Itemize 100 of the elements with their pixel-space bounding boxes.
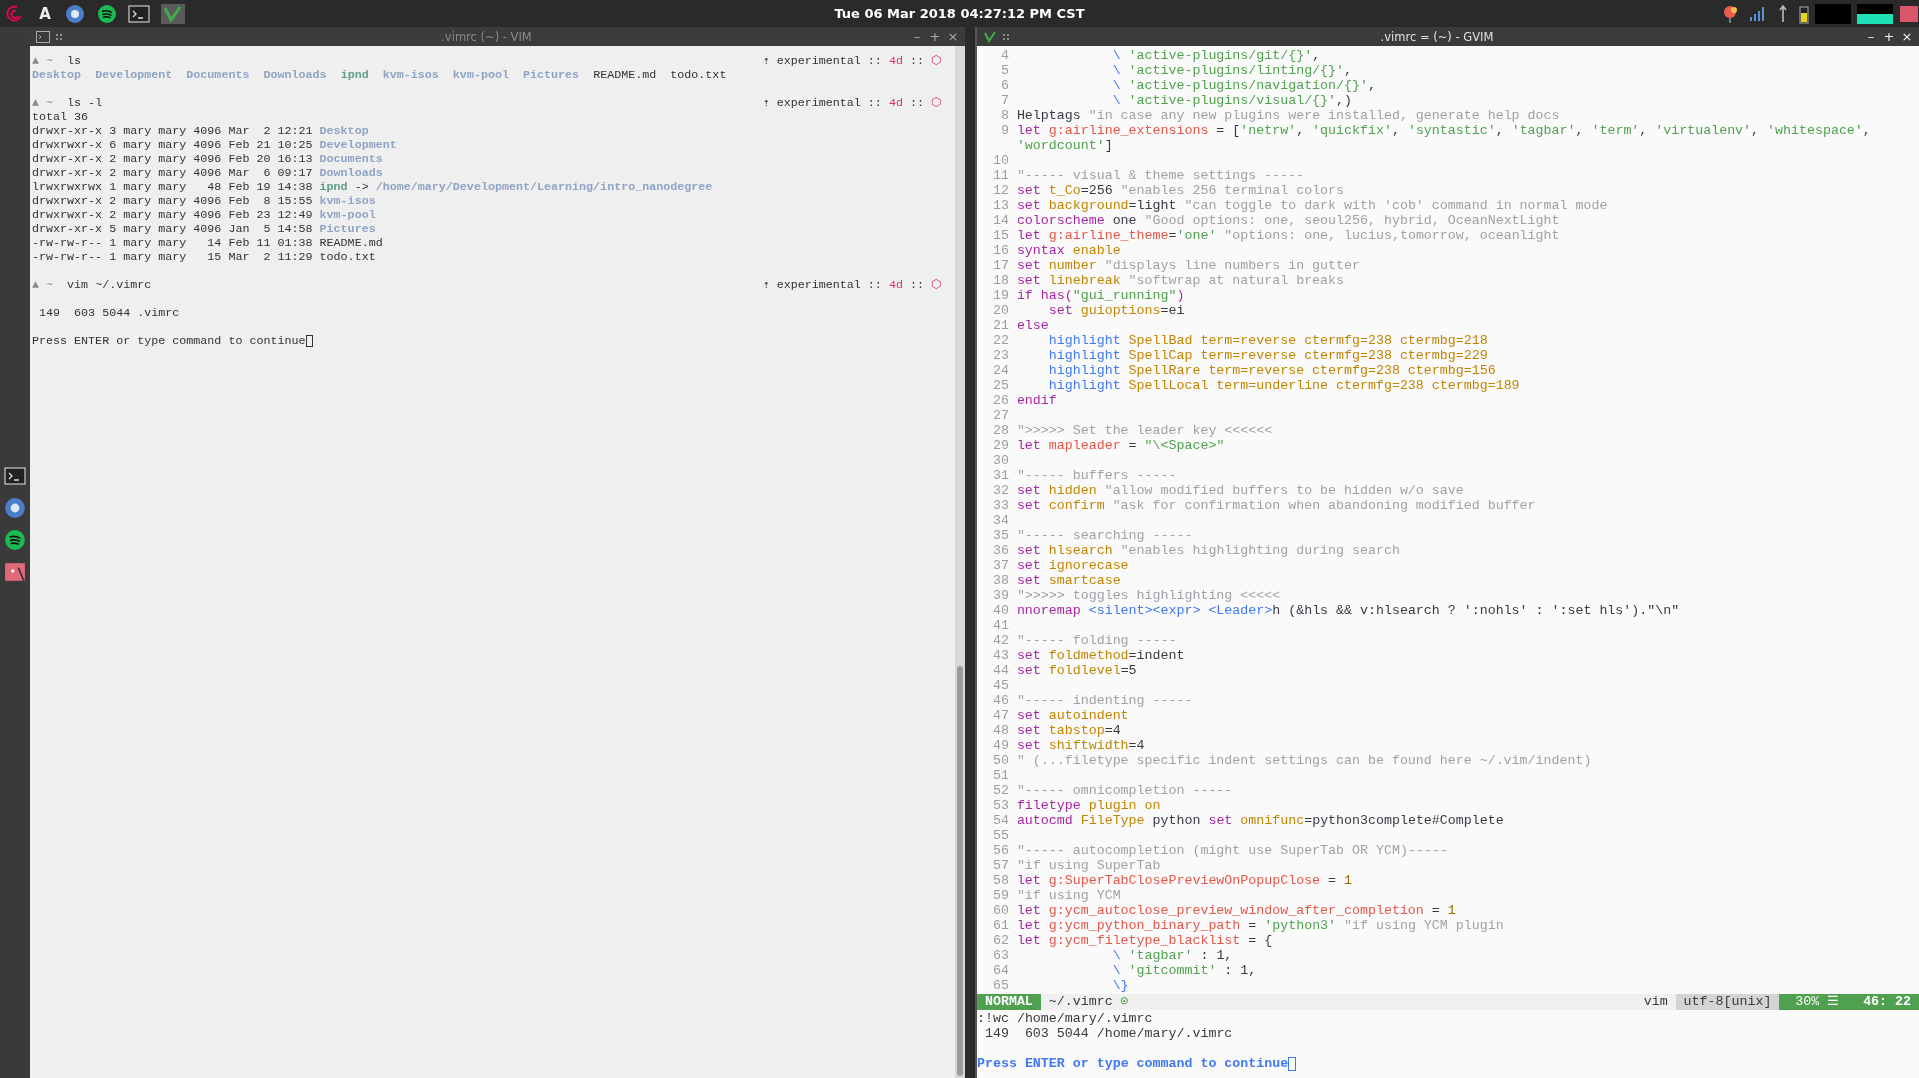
terminal-icon[interactable] [4,465,26,487]
code-line: set autoindent [1016,708,1129,723]
music-icon[interactable] [96,3,118,24]
code-line: ">>>>> toggles highlighting <<<<< [1016,588,1281,603]
code-line: ">>>>> Set the leader key <<<<<< [1016,423,1273,438]
line-number: 33 [991,498,1010,513]
line-number: 59 [991,888,1010,903]
terminal-line: total 36 [32,110,89,124]
terminal-line: Desktop Development Documents Downloads ipnd kvm-isos kvm-pool Pictures README.md todo.txt [32,68,727,82]
line-number: 5 [999,63,1010,78]
line-number: 12 [991,183,1010,198]
code-line: let g:SuperTabClosePreviewOnPopupClose = 1 [1016,873,1353,888]
code-line: \ 'active-plugins/visual/{}',) [1111,93,1353,108]
code-line: filetype plugin on [1016,798,1161,813]
browser-icon[interactable] [64,3,86,24]
grip-icon[interactable] [1003,32,1009,41]
line-number: 26 [991,393,1010,408]
code-line: let g:ycm_filetype_blacklist = { [1016,933,1273,948]
scrollbar-thumb[interactable] [957,666,963,1076]
music-icon[interactable] [4,529,26,551]
cursor-position: 46: 22 [1847,994,1919,1010]
code-line: set foldlevel=5 [1016,663,1137,678]
window-control[interactable]: – [1865,29,1877,44]
window-control[interactable]: + [1883,29,1895,44]
line-number: 37 [991,558,1010,573]
code-line: set tabstop=4 [1016,723,1121,738]
code-line: 'wordcount'] [1016,138,1113,153]
window-control[interactable]: + [929,29,941,44]
window-titlebar[interactable]: .vimrc (~) - VIM – + × [30,27,965,46]
terminal-icon[interactable] [128,3,150,24]
terminal-icon [36,30,50,43]
scroll-percent: 30% ☰ [1779,994,1848,1010]
code-line: highlight SpellLocal term=underline ctermfg=238 ctermbg=189 [1047,378,1520,393]
code-line: set ignorecase [1016,558,1129,573]
editor-icon[interactable] [160,3,186,24]
code-line: "----- indenting ----- [1016,693,1193,708]
code-line: autocmd FileType python set omnifunc=python3complete#Complete [1016,813,1504,828]
line-number: 9 [999,123,1010,138]
grip-icon[interactable] [56,32,62,41]
code-line: "----- searching ----- [1016,528,1193,543]
terminal-line: drwxr-xr-x 2 mary mary 4096 Feb 20 16:13 Documents [32,152,383,166]
line-number: 17 [991,258,1010,273]
code-line: let g:ycm_python_binary_path = 'python3' "if using YCM plugin [1016,918,1504,933]
window-titlebar[interactable]: .vimrc = (~) - GVIM – + × [977,27,1919,46]
browser-icon[interactable] [4,497,26,519]
line-number: 62 [991,933,1010,948]
window-control[interactable]: × [947,29,959,44]
scrollbar[interactable] [955,46,965,1078]
code-line: let mapleader = "\<Space>" [1016,438,1225,453]
line-number: 54 [991,813,1010,828]
code-line: set linebreak "softwrap at natural breaks [1016,273,1345,288]
code-line: \ 'active-plugins/navigation/{}', [1111,78,1376,93]
line-number: 7 [999,93,1010,108]
code-line: set number "displays line numbers in gutter [1016,258,1360,273]
prompt-line: ▲ ~ vim ~/.vimrc [32,278,152,292]
clock[interactable]: Tue 06 Mar 2018 04:27:12 PM CST [834,6,1085,21]
line-number: 21 [991,318,1010,333]
line-number: 34 [991,513,1010,528]
line-number: 4 [999,48,1010,63]
text-cursor [1288,1056,1297,1071]
line-number: 24 [991,363,1010,378]
line-number: 23 [991,348,1010,363]
window-title: .vimrc (~) - VIM [440,29,533,44]
code-line: set background=light "can toggle to dark with 'cob' command in normal mode [1016,198,1608,213]
window-control[interactable]: – [911,29,923,44]
code-line: set hidden "allow modified buffers to be hidden w/o save [1016,483,1464,498]
prompt-line: ▲ ~ ls -l [32,96,103,110]
code-line: "----- buffers ----- [1016,468,1177,483]
code-line: " (...filetype specific indent settings can be found here ~/.vim/indent) [1016,753,1592,768]
line-number: 18 [991,273,1010,288]
line-number: 29 [991,438,1010,453]
code-line: set confirm "ask for confirmation when abandoning modified buffer [1016,498,1536,513]
line-number: 51 [991,768,1010,783]
launcher-letter[interactable]: A [36,4,54,23]
line-number: 22 [991,333,1010,348]
window-control[interactable]: × [1901,29,1913,44]
line-number: 57 [991,858,1010,873]
code-line: if has("gui_running") [1016,288,1185,303]
line-number: 8 [999,108,1010,123]
terminal-line: drwxr-xr-x 5 mary mary 4096 Jan 5 14:58 Pictures [32,222,376,236]
battery-icon[interactable] [1799,3,1809,24]
line-number: 41 [991,618,1010,633]
code-line: highlight SpellRare term=reverse ctermfg=238 ctermbg=156 [1047,363,1496,378]
terminal-line: Press ENTER or type command to continue [32,334,306,348]
line-number: 38 [991,573,1010,588]
terminal-line: lrwxrwxrwx 1 mary mary 48 Feb 19 14:38 ipnd -> /home/mary/Development/Learning/intro_nanodegree [32,180,713,194]
line-number: 28 [991,423,1010,438]
code-line: Helptags "in case any new plugins were installed, generate help docs [1016,108,1560,123]
code-line: set t_Co=256 "enables 256 terminal colors [1016,183,1345,198]
prompt-line: ▲ ~ ls [32,54,82,68]
line-number: 52 [991,783,1010,798]
line-number: 10 [991,153,1010,168]
editor-icon [983,30,997,43]
code-line: set guioptions=ei [1047,303,1185,318]
line-number: 14 [991,213,1010,228]
line-number: 30 [991,453,1010,468]
line-number: 36 [991,543,1010,558]
file-name: ~/.vimrc [1047,994,1114,1010]
code-line: "----- autocompletion (might use SuperTab OR YCM)----- [1016,843,1448,858]
code-line: syntax enable [1016,243,1121,258]
